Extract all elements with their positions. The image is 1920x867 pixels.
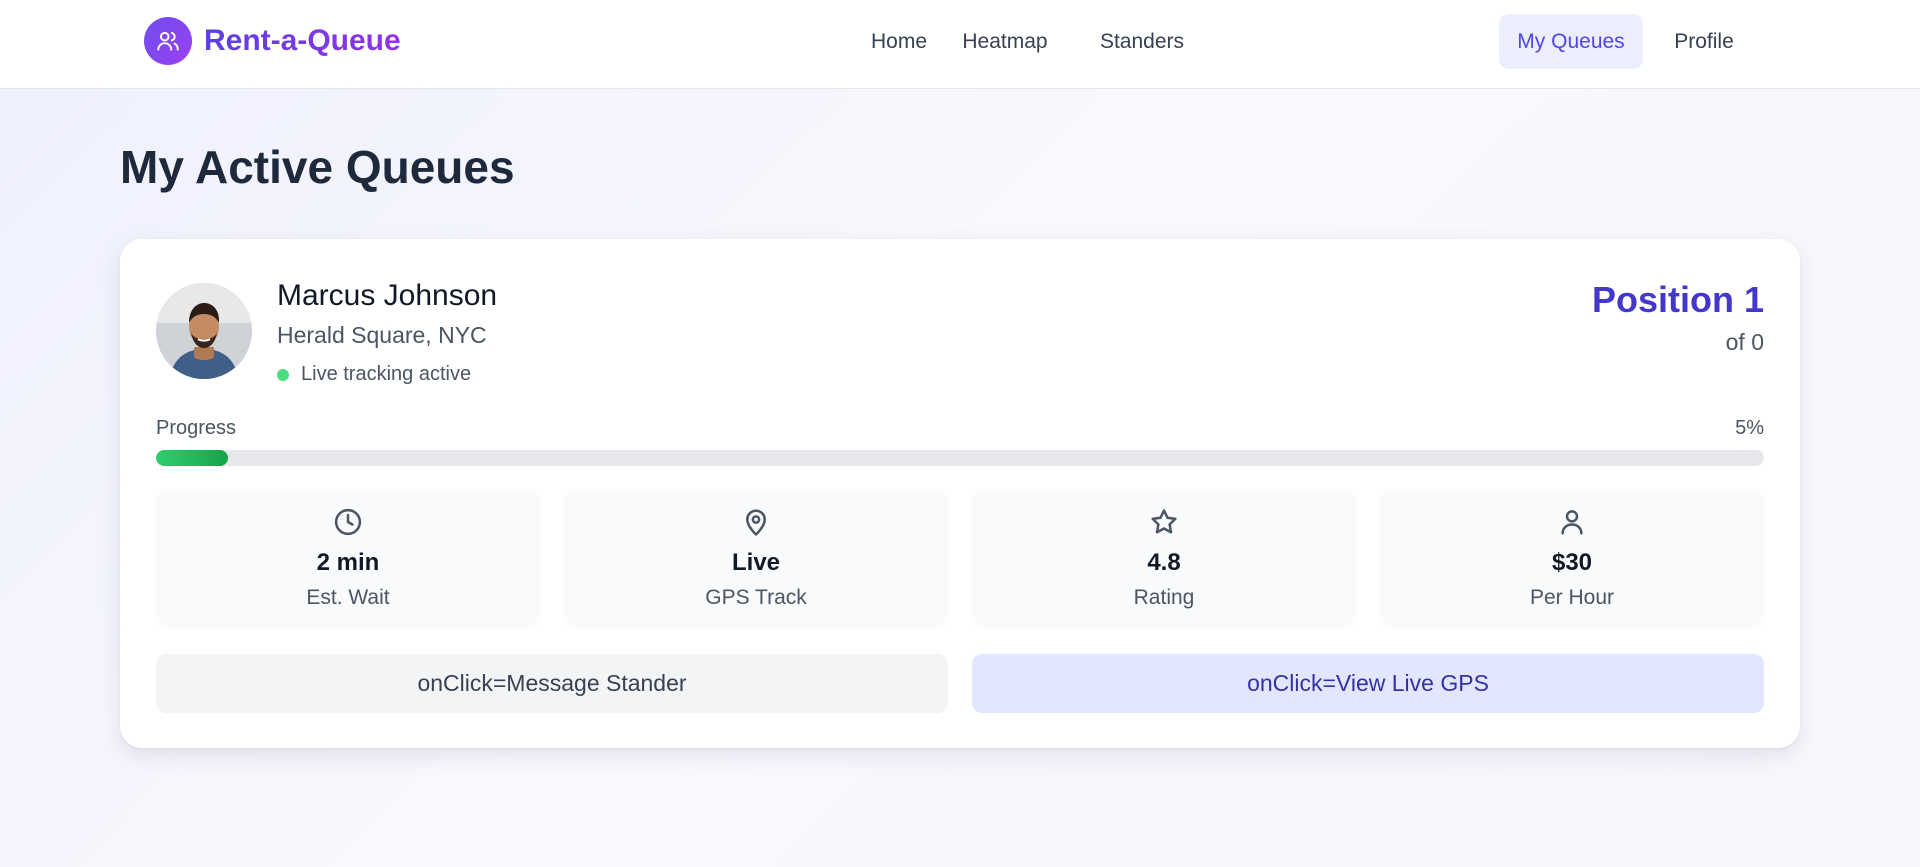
- user-icon: [1561, 510, 1583, 535]
- stat-value: 4.8: [1147, 549, 1181, 576]
- stat-value: Live: [731, 549, 781, 576]
- users-icon: [144, 17, 192, 65]
- progress-bar: [156, 450, 1764, 466]
- message-stander-button[interactable]: onClick=Message Stander: [156, 654, 948, 713]
- stat-label: GPS Track: [705, 586, 807, 609]
- queue-card: Marcus Johnson Herald Square, NYC Live t…: [120, 239, 1800, 748]
- tracking-status: Live tracking active: [277, 363, 471, 386]
- nav-home[interactable]: Home: [847, 14, 951, 69]
- nav-heatmap[interactable]: Heatmap: [939, 14, 1071, 69]
- progress-label: Progress: [156, 417, 237, 439]
- stat-label: Per Hour: [1529, 586, 1615, 609]
- stander-name: Marcus Johnson: [277, 279, 498, 312]
- stat-value: 2 min: [316, 549, 380, 576]
- brand-name: Rent-a-Queue: [204, 24, 401, 57]
- stander-location: Herald Square, NYC: [277, 322, 487, 348]
- map-pin-icon: [746, 509, 766, 536]
- star-icon: [1151, 509, 1177, 534]
- view-live-gps-button[interactable]: onClick=View Live GPS: [972, 654, 1764, 713]
- stat-value: $30: [1551, 549, 1593, 576]
- avatar[interactable]: [156, 283, 252, 379]
- top-navbar: Rent-a-Queue Home Heatmap Standers My Qu…: [0, 0, 1920, 89]
- page-title: My Active Queues: [120, 141, 515, 193]
- nav-standers[interactable]: Standers: [1083, 14, 1201, 69]
- stat-label: Est. Wait: [306, 586, 390, 609]
- stat-rating: 4.8 Rating: [972, 491, 1356, 628]
- progress-bar-fill: [156, 450, 229, 466]
- clock-icon: [334, 508, 362, 536]
- progress-value: 5%: [1735, 417, 1764, 439]
- nav-my-queues[interactable]: My Queues: [1499, 14, 1643, 69]
- stat-label: Rating: [1133, 586, 1195, 609]
- stats-grid: 2 min Est. Wait Live GPS Track 4.8 Ratin…: [156, 491, 1764, 628]
- nav-profile[interactable]: Profile: [1649, 14, 1759, 69]
- stat-per-hour: $30 Per Hour: [1380, 491, 1764, 628]
- stat-gps-track: Live GPS Track: [564, 491, 948, 628]
- queue-position-total: of 0: [1725, 329, 1764, 355]
- brand[interactable]: Rent-a-Queue: [144, 17, 401, 65]
- live-dot-icon: [277, 368, 289, 381]
- tracking-status-text: Live tracking active: [301, 363, 472, 385]
- stat-est-wait: 2 min Est. Wait: [156, 491, 540, 628]
- queue-position: Position 1: [1591, 279, 1764, 320]
